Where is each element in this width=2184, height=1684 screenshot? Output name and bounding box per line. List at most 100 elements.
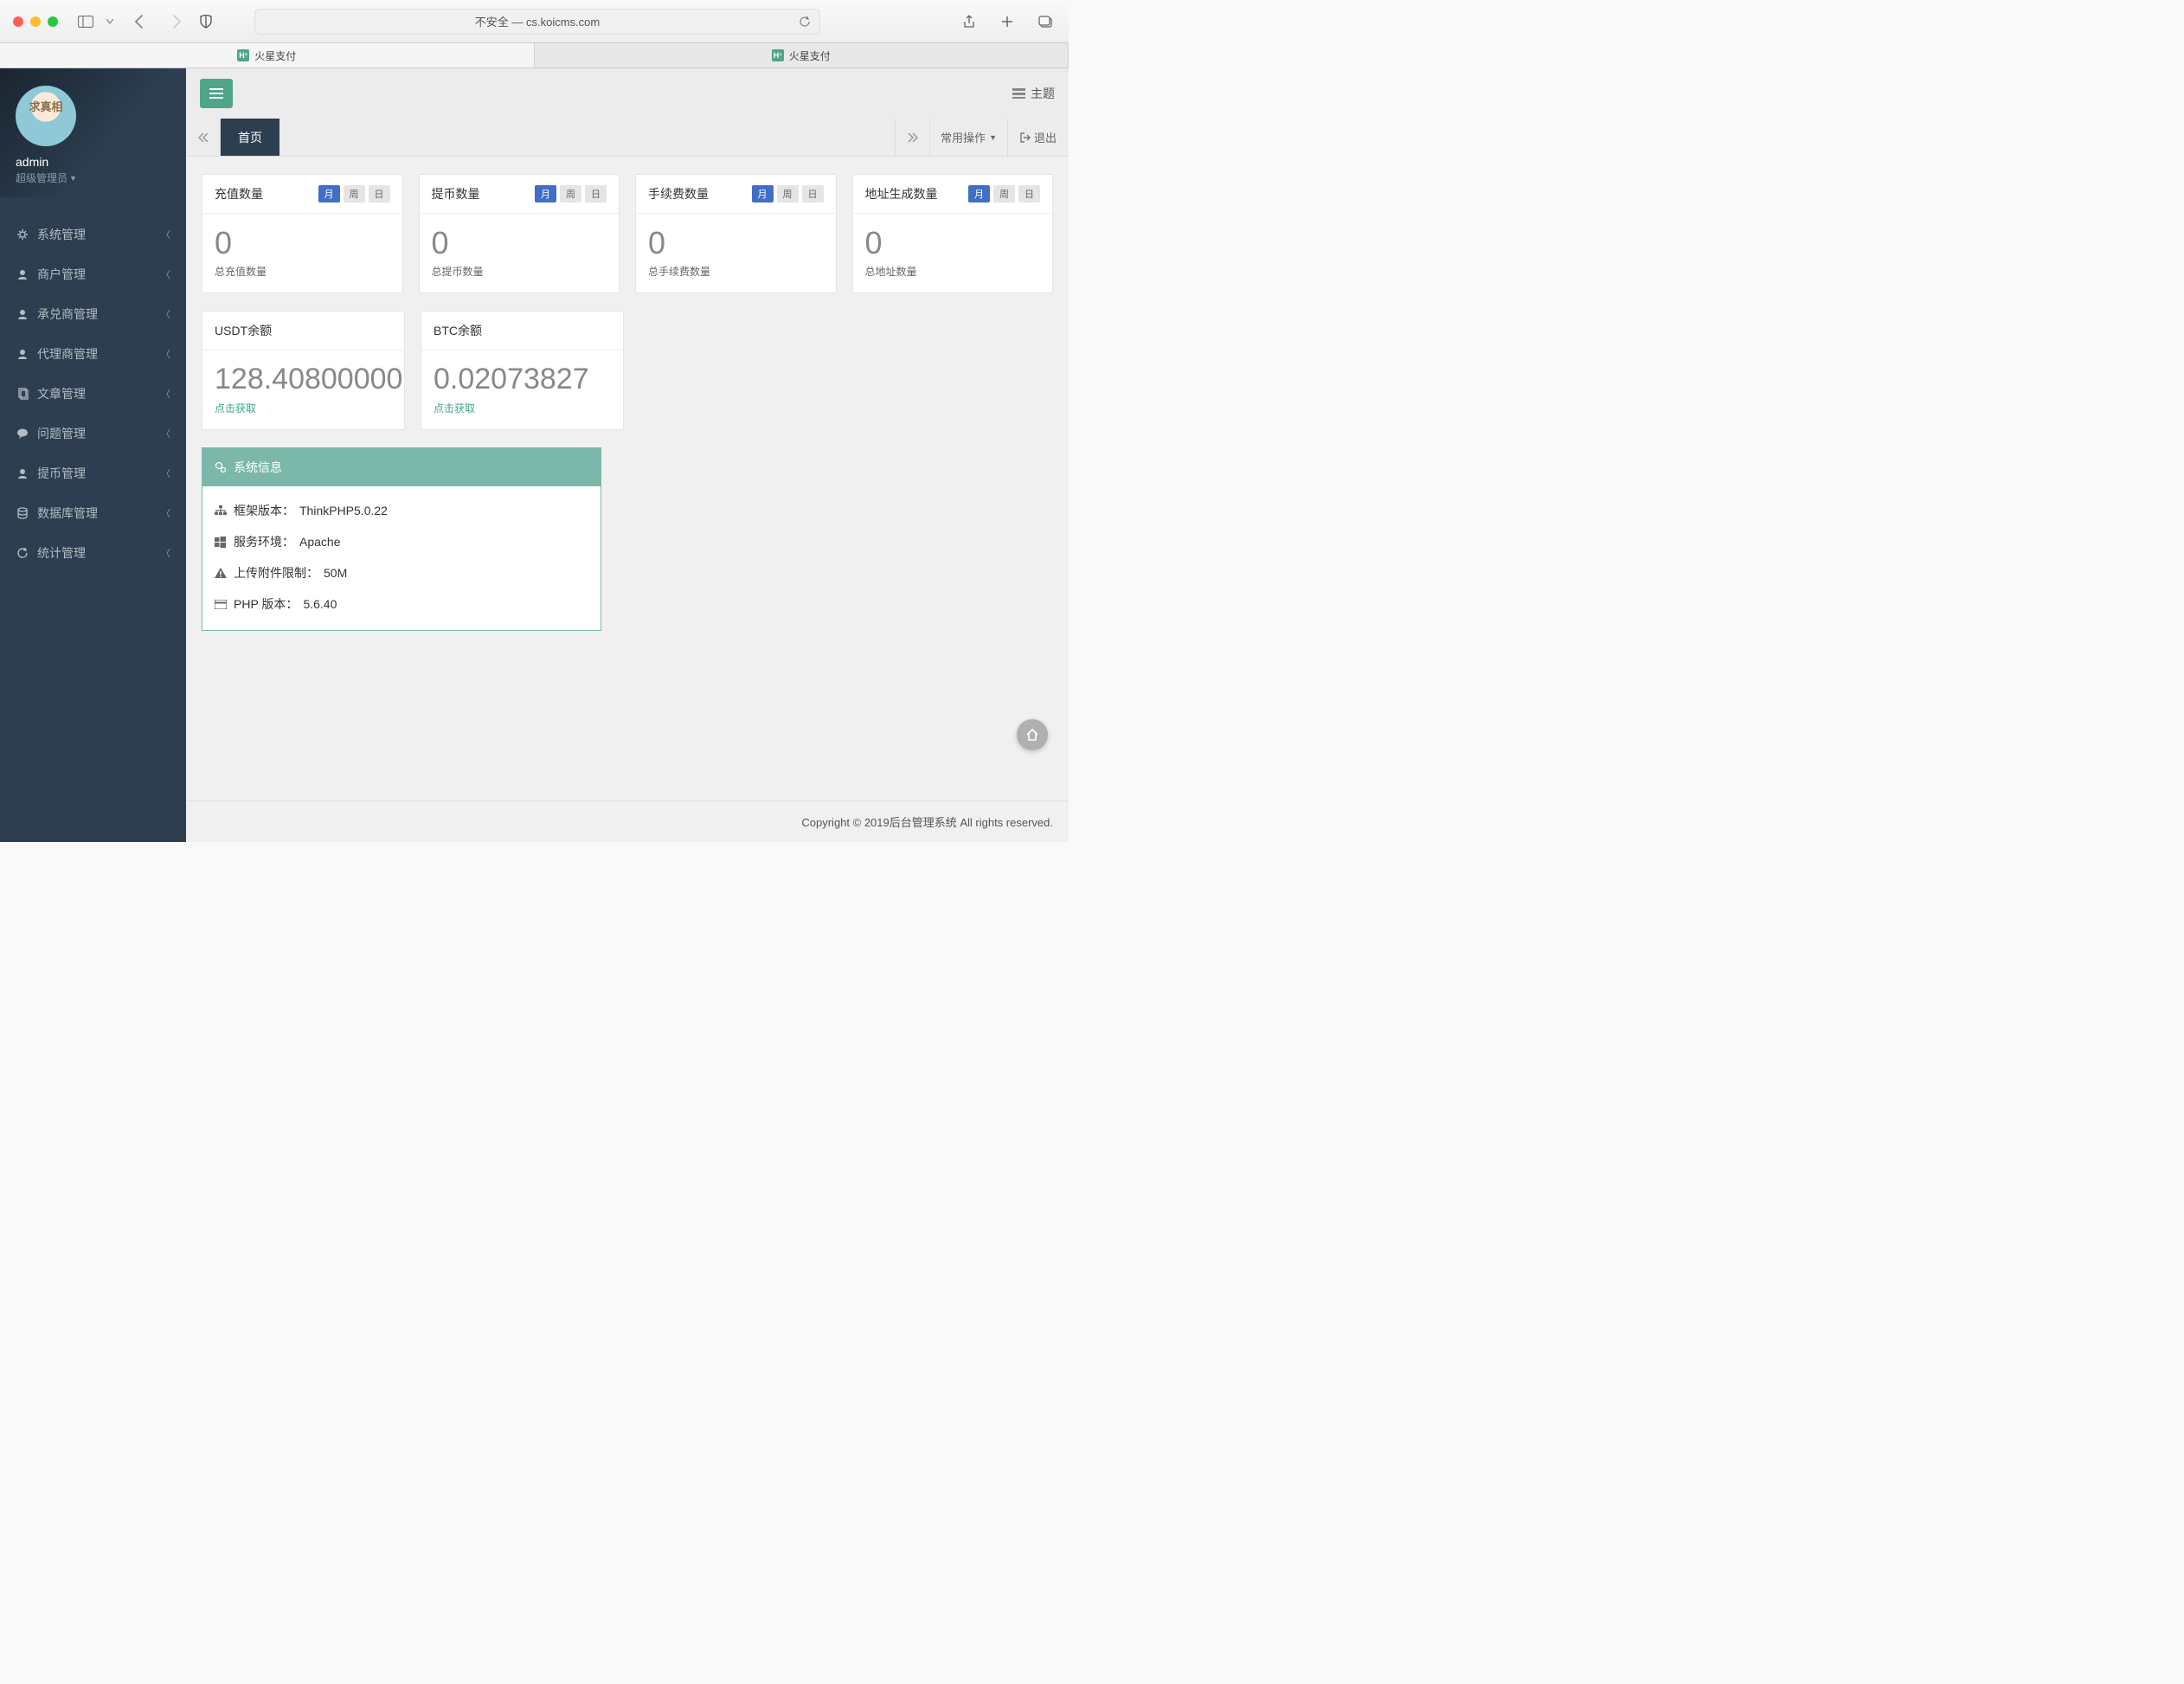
- tab-scroll-right-button[interactable]: [895, 119, 929, 156]
- minimize-window-icon[interactable]: [30, 16, 41, 27]
- caret-down-icon: ▼: [69, 174, 77, 183]
- stat-card-0: 充值数量月周日0总充值数量: [202, 174, 403, 293]
- sidebar-item-0[interactable]: 系统管理〈: [0, 215, 186, 254]
- topbar: 主题: [186, 68, 1069, 119]
- period-day[interactable]: 日: [585, 185, 607, 202]
- theme-button[interactable]: 主题: [1012, 85, 1055, 102]
- browser-tab-bar: H+ 火星支付 H+ 火星支付: [0, 43, 1069, 68]
- username-label: admin: [16, 155, 170, 169]
- period-week[interactable]: 周: [777, 185, 799, 202]
- chevron-left-icon: 〈: [161, 506, 170, 520]
- stat-value: 0: [432, 228, 607, 259]
- period-week[interactable]: 周: [993, 185, 1015, 202]
- chevron-left-icon: 〈: [161, 427, 170, 440]
- gears-icon: [215, 461, 227, 473]
- sidebar-item-4[interactable]: 文章管理〈: [0, 374, 186, 414]
- sysinfo-value: 5.6.40: [303, 597, 337, 611]
- address-bar[interactable]: 不安全 — cs.koicms.com: [254, 9, 820, 35]
- content: 充值数量月周日0总充值数量提币数量月周日0总提币数量手续费数量月周日0总手续费数…: [186, 157, 1069, 800]
- common-operations-dropdown[interactable]: 常用操作 ▼: [929, 119, 1007, 156]
- sitemap-icon: [215, 505, 228, 516]
- logout-button[interactable]: 退出: [1007, 119, 1069, 156]
- stat-value: 0: [648, 228, 824, 259]
- tab-favicon-icon: H+: [772, 49, 784, 61]
- sysinfo-label: 框架版本：: [234, 502, 294, 519]
- reload-icon[interactable]: [799, 16, 811, 28]
- stat-sublabel: 总手续费数量: [648, 264, 824, 279]
- tab-scroll-left-button[interactable]: [186, 119, 221, 156]
- browser-tab-2[interactable]: H+ 火星支付: [535, 43, 1070, 67]
- sysinfo-label: PHP 版本：: [234, 595, 298, 613]
- sysinfo-value: 50M: [324, 566, 347, 580]
- logout-icon: [1020, 132, 1031, 143]
- balance-value: 128.40800000: [215, 364, 392, 394]
- tab-favicon-icon: H+: [237, 49, 249, 61]
- share-icon[interactable]: [959, 11, 980, 32]
- window-controls: [13, 16, 58, 27]
- sidebar-item-7[interactable]: 数据库管理〈: [0, 493, 186, 533]
- sidebar-toggle-icon[interactable]: [75, 11, 96, 32]
- balance-title: BTC余额: [434, 322, 482, 339]
- close-window-icon[interactable]: [13, 16, 23, 27]
- main-area: 主题 首页 常用操作 ▼ 退出 充值数量月周日0总充值数量提币数量月周日0总提币…: [186, 68, 1069, 842]
- content-tab-row: 首页 常用操作 ▼ 退出: [186, 119, 1069, 157]
- tabs-overview-icon[interactable]: [1035, 11, 1056, 32]
- system-info-header: 系统信息: [202, 448, 601, 486]
- period-week[interactable]: 周: [344, 185, 365, 202]
- theme-icon: [1012, 88, 1025, 99]
- menu-item-label: 统计管理: [37, 544, 86, 562]
- sysinfo-row-3: PHP 版本： 5.6.40: [215, 588, 588, 620]
- menu-item-label: 提币管理: [37, 465, 86, 482]
- sidebar-item-5[interactable]: 问题管理〈: [0, 414, 186, 453]
- sidebar-item-3[interactable]: 代理商管理〈: [0, 334, 186, 374]
- period-month[interactable]: 月: [535, 185, 556, 202]
- fetch-balance-link[interactable]: 点击获取: [215, 401, 256, 415]
- period-month[interactable]: 月: [752, 185, 774, 202]
- stat-card-3: 地址生成数量月周日0总地址数量: [852, 174, 1054, 293]
- caret-down-icon: ▼: [989, 133, 997, 142]
- windows-icon: [215, 537, 228, 548]
- zoom-window-icon[interactable]: [48, 16, 58, 27]
- sysinfo-row-0: 框架版本： ThinkPHP5.0.22: [215, 495, 588, 526]
- dropdown-icon[interactable]: [105, 11, 115, 32]
- menu-item-label: 文章管理: [37, 385, 86, 402]
- chevron-left-icon: 〈: [161, 228, 170, 241]
- menu-item-label: 代理商管理: [37, 345, 98, 363]
- forward-button[interactable]: [166, 11, 187, 32]
- period-day[interactable]: 日: [369, 185, 390, 202]
- sidebar-item-8[interactable]: 统计管理〈: [0, 533, 186, 573]
- stat-sublabel: 总充值数量: [215, 264, 390, 279]
- shield-icon[interactable]: [196, 11, 216, 32]
- stat-value: 0: [215, 228, 390, 259]
- copy-icon: [16, 388, 29, 400]
- period-month[interactable]: 月: [318, 185, 340, 202]
- stat-title: 提币数量: [432, 185, 480, 202]
- sysinfo-label: 上传附件限制：: [234, 564, 318, 582]
- balance-cards-row: USDT余额128.40800000点击获取BTC余额0.02073827点击获…: [202, 311, 624, 430]
- sidebar-collapse-button[interactable]: [200, 79, 233, 108]
- sidebar-item-6[interactable]: 提币管理 〈: [0, 453, 186, 493]
- home-fab-button[interactable]: [1017, 719, 1048, 750]
- sidebar-menu: 系统管理〈商户管理〈承兑商管理〈代理商管理〈文章管理〈问题管理〈提币管理〈数据库…: [0, 197, 186, 573]
- avatar[interactable]: 求真相: [16, 86, 76, 146]
- period-month[interactable]: 月: [968, 185, 990, 202]
- sysinfo-row-2: 上传附件限制： 50M: [215, 557, 588, 588]
- fetch-balance-link[interactable]: 点击获取: [434, 401, 475, 415]
- back-button[interactable]: [128, 11, 149, 32]
- browser-tab-1[interactable]: H+ 火星支付: [0, 43, 535, 67]
- new-tab-icon[interactable]: [997, 11, 1018, 32]
- period-day[interactable]: 日: [802, 185, 824, 202]
- chevron-left-icon: 〈: [161, 466, 170, 480]
- balance-card-1: BTC余额0.02073827点击获取: [421, 311, 624, 430]
- comment-icon: [16, 427, 29, 440]
- period-day[interactable]: 日: [1018, 185, 1040, 202]
- sidebar-item-1[interactable]: 商户管理〈: [0, 254, 186, 294]
- user-icon: [16, 467, 29, 479]
- tab-home[interactable]: 首页: [221, 119, 279, 156]
- period-week[interactable]: 周: [560, 185, 581, 202]
- role-dropdown[interactable]: 超级管理员 ▼: [16, 170, 77, 185]
- period-tabs: 月周日: [318, 185, 390, 202]
- sidebar-item-2[interactable]: 承兑商管理〈: [0, 294, 186, 334]
- system-info-title: 系统信息: [234, 459, 282, 476]
- sidebar-header: 求真相 admin 超级管理员 ▼: [0, 68, 186, 197]
